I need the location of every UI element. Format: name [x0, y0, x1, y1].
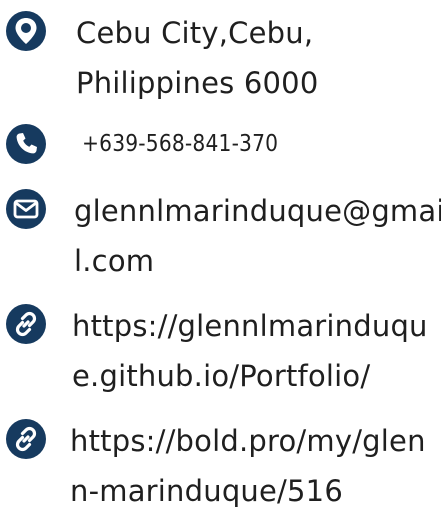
- resume-url-line-2[interactable]: n-marinduque/516: [70, 466, 426, 516]
- portfolio-url-line-1[interactable]: https://glennlmarinduqu: [72, 301, 428, 351]
- map-pin-icon: [5, 10, 47, 52]
- email-line-2[interactable]: l.com: [74, 236, 441, 286]
- address-line-1: Cebu City,Cebu,: [76, 16, 314, 50]
- portfolio-link-text[interactable]: https://glennlmarinduqu e.github.io/Port…: [72, 301, 428, 401]
- address-line-2: Philippines 6000: [76, 66, 319, 100]
- resume-url-line-1[interactable]: https://bold.pro/my/glen: [70, 416, 426, 466]
- address-text: Cebu City,Cebu, Philippines 6000: [76, 8, 318, 108]
- phone-text[interactable]: +639-568-841-370: [82, 124, 278, 164]
- phone-number[interactable]: +639-568-841-370: [82, 124, 278, 164]
- resume-link-text[interactable]: https://bold.pro/my/glen n-marinduque/51…: [70, 416, 426, 516]
- email-text[interactable]: glennlmarinduque@gmai l.com: [74, 186, 441, 286]
- portfolio-url-line-2[interactable]: e.github.io/Portfolio/: [72, 351, 428, 401]
- phone-icon: [5, 123, 47, 165]
- email-line-1[interactable]: glennlmarinduque@gmai: [74, 186, 441, 236]
- envelope-icon: [5, 188, 47, 230]
- link-icon: [5, 303, 47, 345]
- link-icon: [5, 418, 47, 460]
